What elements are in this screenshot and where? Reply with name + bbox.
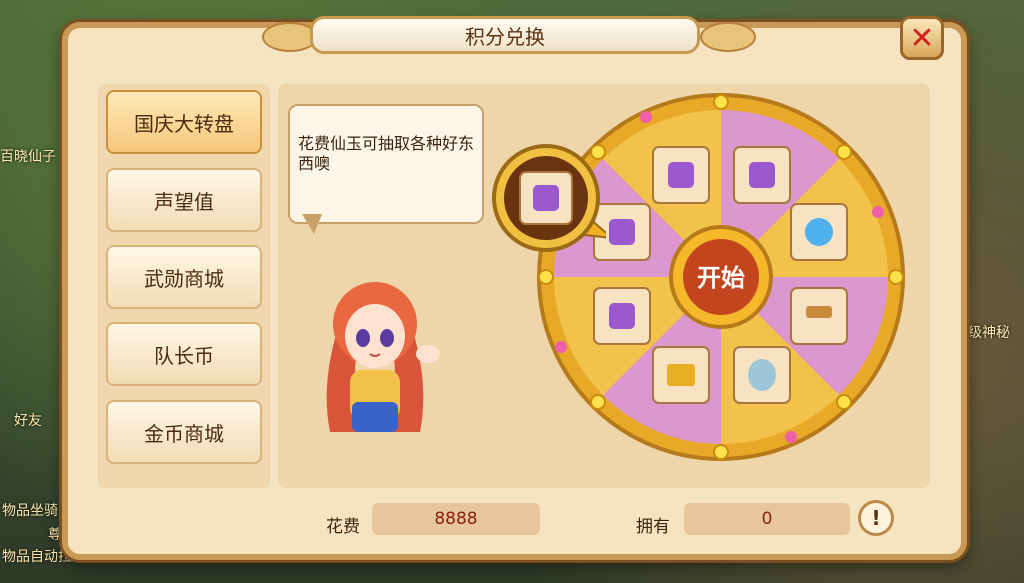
speech-bubble: 花费仙玉可抽取各种好东西噢 [288, 104, 484, 224]
title-ornament-right [700, 22, 756, 52]
wheel-selector-pointer [492, 144, 606, 252]
tab-prestige[interactable]: 声望值 [106, 168, 262, 232]
panel-title: 积分兑换 [310, 16, 700, 54]
bg-friends-label[interactable]: 好友 [14, 410, 42, 430]
close-icon: ✕ [909, 20, 935, 56]
tab-merit-shop[interactable]: 武勋商城 [106, 245, 262, 309]
speech-bubble-tail [302, 214, 322, 234]
bg-npc-label: 百晓仙子 [0, 149, 56, 165]
tab-gold-shop[interactable]: 金币商城 [106, 400, 262, 464]
bg-chat-line-3: 物品自动拉 [2, 549, 72, 565]
exclamation-icon: ! [871, 506, 881, 530]
bg-chat-line-1: 物品坐骑 [2, 503, 58, 519]
speech-text: 花费仙玉可抽取各种好东西噢 [298, 134, 475, 173]
close-button[interactable]: ✕ [900, 16, 944, 60]
tab-national-day-wheel[interactable]: 国庆大转盘 [106, 90, 262, 154]
cost-value: 8888 [372, 503, 540, 535]
owned-label: 拥有 [636, 517, 670, 537]
owned-value: 0 [684, 503, 850, 535]
cost-label: 花费 [326, 517, 360, 537]
tab-captain-coin[interactable]: 队长币 [106, 322, 262, 386]
info-button[interactable]: ! [858, 500, 894, 536]
guide-character [326, 282, 440, 432]
spin-button-label[interactable]: 开始 [697, 264, 745, 292]
